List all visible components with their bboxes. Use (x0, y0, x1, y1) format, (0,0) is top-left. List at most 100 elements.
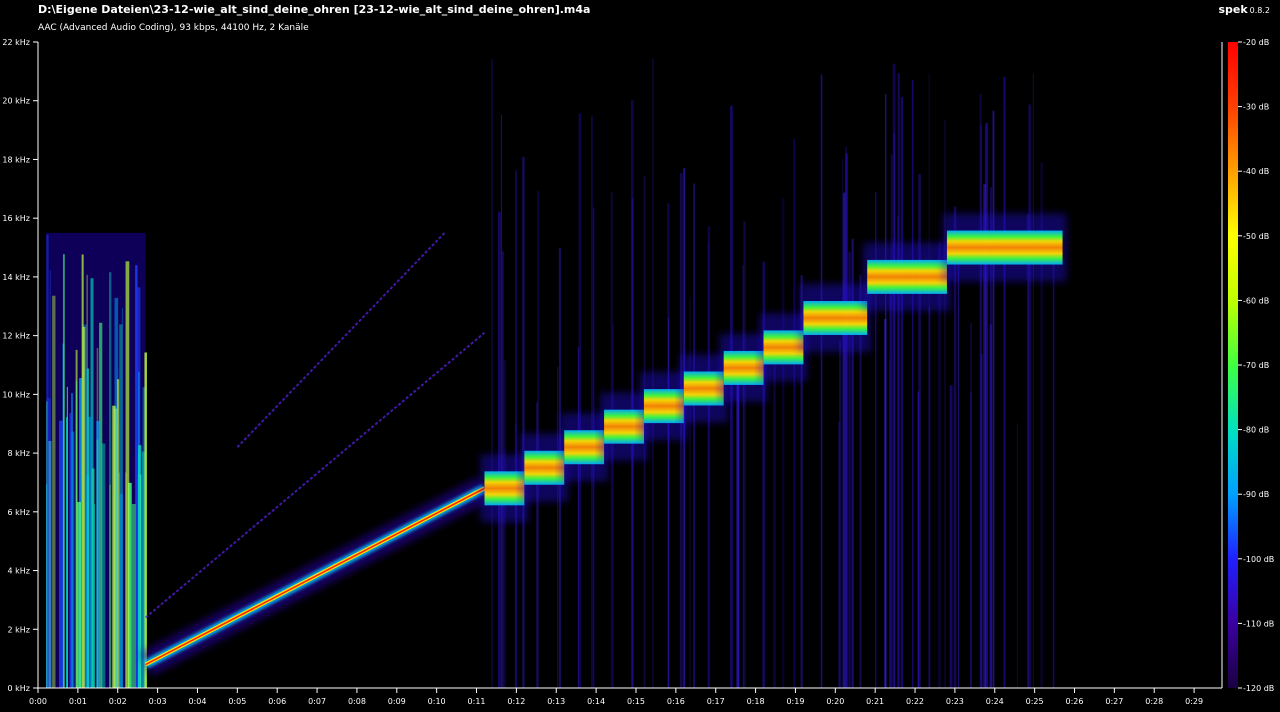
colorbar-tick-label: -50 dB (1243, 232, 1269, 241)
click-streak (992, 110, 995, 688)
spectrogram-chart: 0 kHz 2 kHz 4 kHz 6 kHz 8 kHz 10 kHz 12 kHz 14 … (2, 38, 1274, 706)
click-streak (957, 264, 960, 688)
click-streak (591, 116, 593, 689)
click-streak (889, 281, 892, 688)
x-tick-label: 0:22 (906, 697, 924, 706)
noise-burst-streak (109, 484, 111, 688)
tone-step (803, 301, 868, 336)
colorbar-tick-label: -120 dB (1243, 684, 1274, 693)
click-streak (773, 333, 776, 688)
click-streak (736, 376, 740, 688)
y-tick-label: 10 kHz (2, 390, 30, 399)
noise-burst-streak (75, 380, 78, 688)
noise-burst-streak (62, 254, 65, 688)
noise-burst-streak (116, 379, 120, 688)
x-tick-label: 0:20 (826, 697, 844, 706)
tone-step (564, 430, 605, 465)
tone-step (683, 371, 724, 406)
noise-burst-streak (119, 493, 123, 688)
y-tick-label: 12 kHz (2, 332, 30, 341)
noise-burst-streak (144, 352, 147, 688)
x-tick-label: 0:03 (149, 697, 167, 706)
colorbar-tick-label: -40 dB (1243, 167, 1269, 176)
click-streak (503, 360, 507, 688)
x-tick-label: 0:10 (428, 697, 446, 706)
noise-burst-streak (86, 368, 90, 688)
x-tick-label: 0:13 (547, 697, 565, 706)
x-tick-label: 0:15 (627, 697, 645, 706)
click-streak (949, 385, 953, 688)
noise-burst-streak (125, 261, 130, 688)
noise-burst-streak (81, 254, 84, 688)
colorbar-gradient (1228, 42, 1238, 688)
noise-burst-streak (46, 234, 49, 688)
click-streak (491, 59, 493, 688)
x-tick-label: 0:18 (747, 697, 765, 706)
x-tick-label: 0:07 (308, 697, 326, 706)
x-tick-label: 0:00 (29, 697, 47, 706)
tone-step (867, 259, 947, 294)
x-tick-label: 0:23 (946, 697, 964, 706)
noise-burst-streak (96, 439, 99, 688)
x-tick-label: 0:12 (507, 697, 525, 706)
y-tick-label: 2 kHz (8, 625, 30, 634)
click-streak (893, 133, 895, 688)
click-streak (900, 97, 904, 689)
noise-burst-streak (59, 420, 63, 688)
colorbar-tick-label: -20 dB (1243, 38, 1269, 47)
y-tick-label: 22 kHz (2, 38, 30, 47)
y-tick-label: 18 kHz (2, 155, 30, 164)
y-tick-label: 8 kHz (8, 449, 30, 458)
click-streak (612, 323, 614, 688)
x-tick-label: 0:09 (388, 697, 406, 706)
y-tick-label: 14 kHz (2, 273, 30, 282)
x-tick-label: 0:01 (69, 697, 87, 706)
colorbar-tick-label: -60 dB (1243, 296, 1269, 305)
noise-burst-streak (112, 405, 116, 688)
x-tick-label: 0:11 (468, 697, 486, 706)
click-streak (884, 318, 887, 688)
click-streak (845, 146, 847, 688)
click-streak (911, 79, 914, 689)
click-streak (1026, 214, 1030, 688)
tone-step (524, 450, 565, 485)
click-streak (743, 221, 746, 688)
colorbar-tick-label: -110 dB (1243, 619, 1274, 628)
x-tick-label: 0:16 (667, 697, 685, 706)
x-tick-label: 0:14 (587, 697, 605, 706)
click-streak (557, 366, 559, 688)
x-tick-label: 0:06 (268, 697, 286, 706)
x-tick-label: 0:25 (1026, 697, 1044, 706)
tone-step (723, 350, 764, 385)
click-streak (944, 119, 946, 689)
click-streak (979, 93, 982, 688)
x-tick-label: 0:02 (109, 697, 127, 706)
click-streak (1016, 423, 1019, 688)
x-tick-label: 0:28 (1145, 697, 1163, 706)
tone-step (763, 330, 804, 365)
y-tick-label: 16 kHz (2, 214, 30, 223)
tone-step (484, 471, 525, 506)
click-streak (820, 74, 823, 688)
click-streak (928, 73, 930, 689)
tone-step (604, 409, 644, 444)
click-streak (497, 211, 501, 689)
noise-burst-streak (131, 503, 136, 688)
x-tick-label: 0:21 (866, 697, 884, 706)
click-streak (577, 347, 580, 688)
tone-step (946, 230, 1063, 265)
noise-burst-streak (66, 417, 68, 688)
y-tick-label: 20 kHz (2, 97, 30, 106)
colorbar-tick-label: -100 dB (1243, 555, 1274, 564)
click-streak (522, 157, 525, 689)
x-tick-label: 0:24 (986, 697, 1004, 706)
click-streak (793, 138, 795, 688)
y-tick-label: 4 kHz (8, 567, 30, 576)
click-streak (1003, 76, 1006, 689)
click-streak (707, 226, 711, 688)
colorbar-tick-label: -90 dB (1243, 490, 1269, 499)
x-tick-label: 0:08 (348, 697, 366, 706)
click-streak (782, 198, 785, 688)
click-streak (838, 421, 840, 688)
colorbar-tick-label: -70 dB (1243, 361, 1269, 370)
